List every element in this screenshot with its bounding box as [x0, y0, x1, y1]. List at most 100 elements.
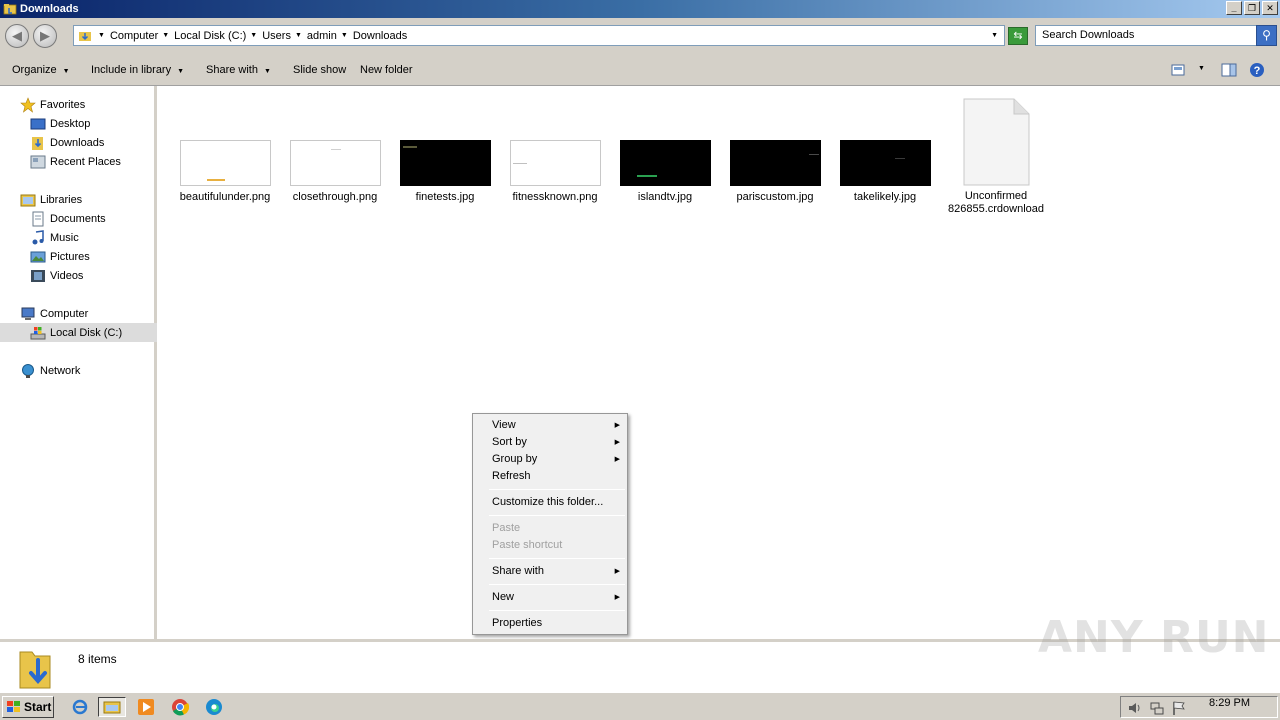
menu-item-view[interactable]: View ▶	[475, 417, 625, 434]
folder-icon	[103, 701, 121, 714]
address-box[interactable]: ▼ Computer ▼ Local Disk (C:) ▼ Users ▼ a…	[73, 25, 1005, 46]
menu-item-new[interactable]: New ▶	[475, 589, 625, 606]
clock[interactable]: 8:29 PM	[1209, 697, 1250, 709]
file-item[interactable]: beautifulunder.png	[170, 140, 280, 204]
nav-music[interactable]: Music	[30, 228, 79, 247]
menu-separator	[489, 489, 625, 490]
organize-label: Organize	[12, 64, 57, 76]
file-name: closethrough.png	[292, 191, 378, 203]
file-name: fitnessknown.png	[512, 191, 598, 203]
minimize-button[interactable]: _	[1226, 1, 1242, 15]
chevron-down-icon: ▼	[263, 68, 271, 75]
menu-item-paste[interactable]: Paste	[475, 520, 625, 537]
file-item[interactable]: Unconfirmed 826855.crdownload	[940, 98, 1052, 216]
nav-local-disk[interactable]: Local Disk (C:)	[0, 323, 157, 342]
help-icon[interactable]: ?	[1249, 62, 1265, 78]
breadcrumb-downloads[interactable]: Downloads	[353, 30, 407, 42]
new-folder-button[interactable]: New folder	[360, 64, 413, 76]
close-button[interactable]: ✕	[1262, 1, 1278, 15]
crumb-separator-icon[interactable]: ▼	[295, 32, 302, 39]
menu-item-refresh[interactable]: Refresh	[475, 468, 625, 485]
network-icon	[22, 363, 34, 378]
file-list-area[interactable]: beautifulunder.png closethrough.png fine…	[160, 86, 1280, 639]
search-icon: ⚲	[1262, 28, 1271, 42]
refresh-button[interactable]: ⇆	[1008, 27, 1028, 45]
svg-text:?: ?	[1254, 65, 1261, 77]
file-item[interactable]: closethrough.png	[280, 140, 390, 204]
breadcrumb-users[interactable]: Users	[262, 30, 291, 42]
file-name: islandtv.jpg	[637, 191, 693, 203]
star-icon	[20, 96, 36, 113]
downloads-folder-icon	[19, 651, 51, 689]
nav-downloads[interactable]: Downloads	[30, 133, 104, 152]
include-in-library-button[interactable]: Include in library ▼	[91, 64, 184, 76]
start-button[interactable]: Start	[2, 696, 54, 718]
chevron-down-icon: ▼	[62, 68, 70, 75]
edge-icon	[206, 699, 222, 715]
nav-desktop-label: Desktop	[50, 117, 91, 130]
window-titlebar[interactable]: Downloads _ ❐ ✕	[0, 0, 1280, 18]
taskbar-internet-explorer[interactable]	[66, 697, 94, 717]
file-item[interactable]: pariscustom.jpg	[720, 140, 830, 204]
videos-icon	[31, 269, 45, 282]
nav-computer[interactable]: Computer	[20, 304, 88, 323]
share-with-button[interactable]: Share with ▼	[206, 64, 271, 76]
forward-button[interactable]: ▶	[33, 24, 57, 48]
crumb-separator-icon[interactable]: ▼	[98, 32, 105, 39]
search-button[interactable]: ⚲	[1256, 25, 1277, 46]
menu-item-share-with[interactable]: Share with ▶	[475, 563, 625, 580]
nav-pictures-label: Pictures	[50, 250, 90, 263]
nav-libraries[interactable]: Libraries	[20, 190, 82, 209]
breadcrumb-admin[interactable]: admin	[307, 30, 337, 42]
nav-local-disk-label: Local Disk (C:)	[50, 326, 123, 339]
taskbar-edge[interactable]	[200, 697, 228, 717]
restore-button[interactable]: ❐	[1244, 1, 1260, 15]
crumb-separator-icon[interactable]: ▼	[250, 32, 257, 39]
search-input[interactable]: Search Downloads	[1035, 25, 1257, 46]
breadcrumb-computer[interactable]: Computer	[110, 30, 158, 42]
taskbar-media-player[interactable]	[132, 697, 160, 717]
menu-item-sort-by[interactable]: Sort by ▶	[475, 434, 625, 451]
preview-pane-icon[interactable]	[1221, 62, 1237, 78]
image-thumbnail	[619, 140, 711, 186]
details-pane: 8 items ANY RUN	[0, 612, 1280, 692]
file-item[interactable]: takelikely.jpg	[830, 140, 940, 204]
nav-favorites[interactable]: Favorites	[20, 95, 85, 114]
music-icon	[32, 229, 44, 244]
nav-recent-places[interactable]: Recent Places	[30, 152, 121, 171]
menu-item-properties[interactable]: Properties	[475, 615, 625, 632]
organize-button[interactable]: Organize ▼	[12, 64, 70, 76]
file-item[interactable]: islandtv.jpg	[610, 140, 720, 204]
back-button[interactable]: ◀	[5, 24, 29, 48]
volume-icon[interactable]	[1127, 700, 1143, 716]
nav-videos[interactable]: Videos	[30, 266, 83, 285]
menu-item-group-by[interactable]: Group by ▶	[475, 451, 625, 468]
menu-item-customize[interactable]: Customize this folder...	[475, 494, 625, 511]
crumb-separator-icon[interactable]: ▼	[341, 32, 348, 39]
file-item[interactable]: fitnessknown.png	[500, 140, 610, 204]
nav-pictures[interactable]: Pictures	[30, 247, 90, 266]
file-name-line2: 826855.crdownload	[947, 203, 1045, 215]
network-status-icon[interactable]	[1149, 700, 1165, 716]
menu-separator	[489, 558, 625, 559]
address-dropdown-icon[interactable]: ▼	[991, 32, 998, 39]
menu-item-group-by-label: Group by	[492, 453, 538, 465]
taskbar-file-explorer[interactable]	[98, 697, 126, 717]
breadcrumb-local-disk[interactable]: Local Disk (C:)	[174, 30, 246, 42]
menu-item-paste-shortcut[interactable]: Paste shortcut	[475, 537, 625, 554]
crumb-separator-icon[interactable]: ▼	[162, 32, 169, 39]
slide-show-button[interactable]: Slide show	[293, 64, 346, 76]
nav-network[interactable]: Network	[20, 361, 80, 380]
view-dropdown-icon[interactable]: ▼	[1198, 65, 1205, 72]
submenu-arrow-icon: ▶	[614, 439, 620, 446]
view-options-icon[interactable]	[1170, 62, 1186, 78]
chrome-icon	[172, 699, 189, 716]
nav-desktop[interactable]: Desktop	[30, 114, 90, 133]
local-disk-icon	[30, 326, 46, 339]
file-name: beautifulunder.png	[179, 191, 271, 203]
nav-documents[interactable]: Documents	[30, 209, 106, 228]
file-item[interactable]: finetests.jpg	[390, 140, 500, 204]
taskbar-chrome[interactable]	[166, 697, 194, 717]
action-center-flag-icon[interactable]	[1171, 700, 1187, 716]
context-menu: View ▶ Sort by ▶ Group by ▶ Refresh Customi…	[472, 413, 628, 635]
